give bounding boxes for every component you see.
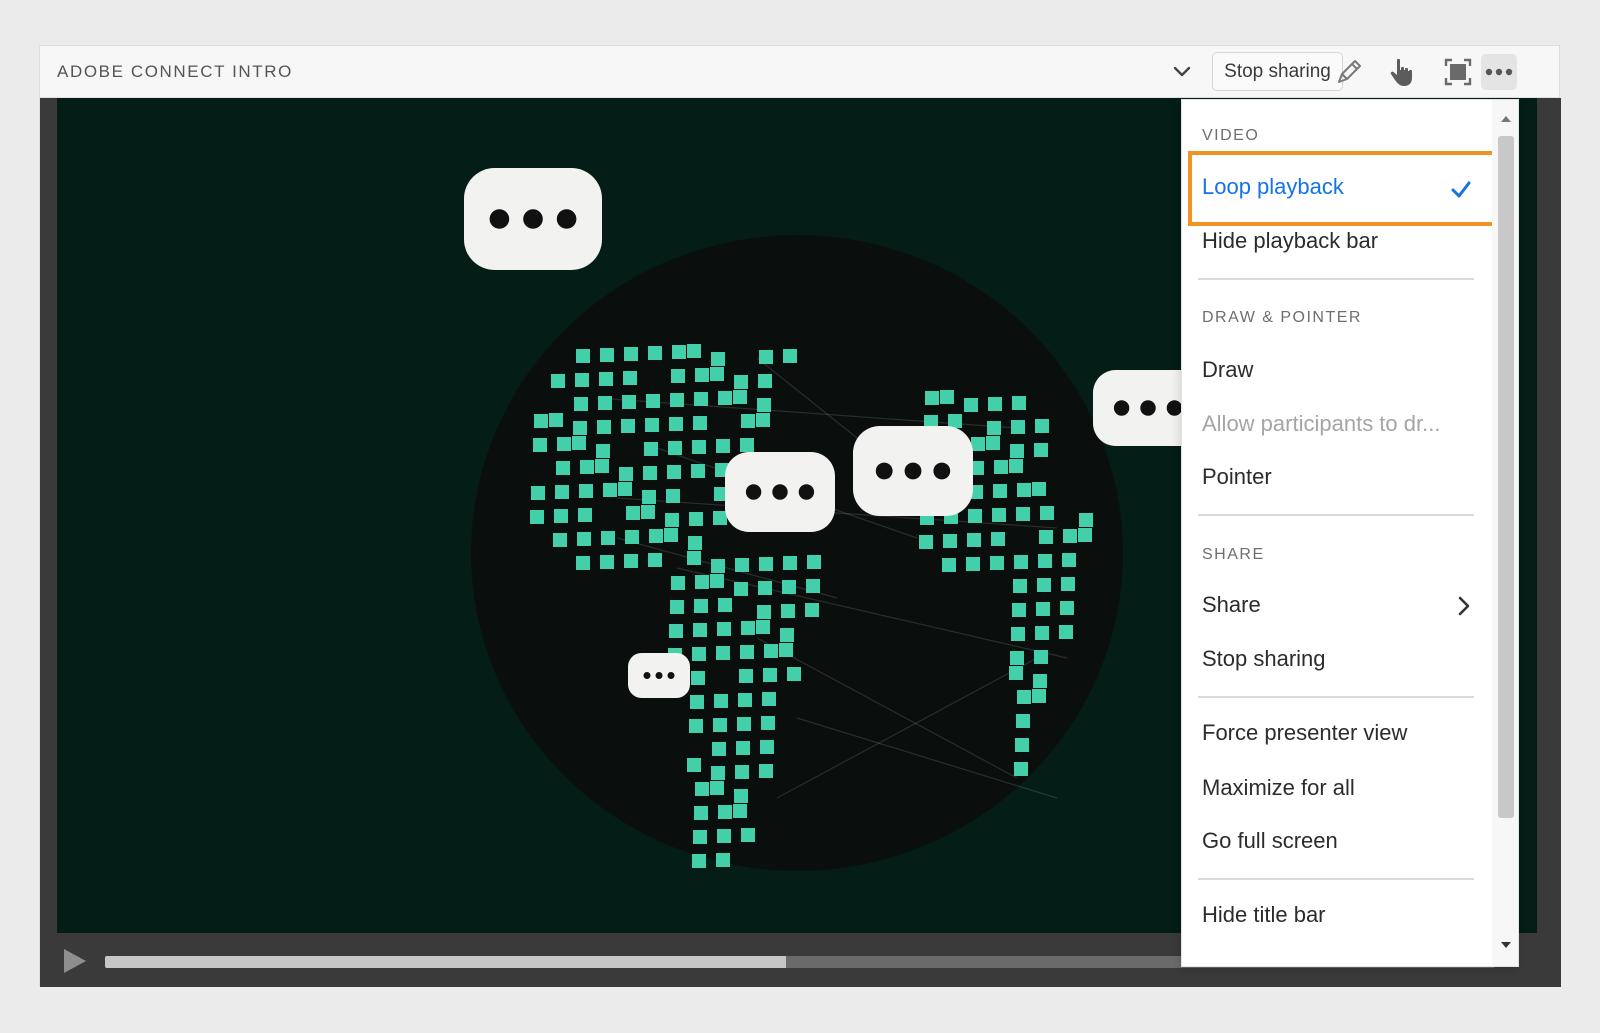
- chat-bubble-dot: [933, 462, 951, 480]
- menu-header-draw-pointer: DRAW & POINTER: [1202, 309, 1362, 326]
- scroll-up-arrow-icon[interactable]: [1499, 112, 1513, 126]
- chat-bubble-dot: [489, 209, 510, 229]
- menu-item-maximize-for-all[interactable]: Maximize for all: [1202, 775, 1355, 801]
- chat-bubble-dot: [904, 462, 922, 480]
- menu-item-allow-participants: Allow participants to dr...: [1202, 411, 1441, 436]
- menu-item-pointer[interactable]: Pointer: [1202, 464, 1272, 490]
- chat-bubble-dot: [1166, 400, 1183, 416]
- chat-bubble-dot: [643, 672, 651, 679]
- menu-item-loop-playback[interactable]: Loop playback: [1202, 174, 1344, 200]
- menu-item-stop-sharing[interactable]: Stop sharing: [1202, 646, 1326, 672]
- playback-progress: [105, 956, 787, 968]
- chat-bubble-dot: [655, 672, 663, 679]
- scrollbar-thumb[interactable]: [1498, 136, 1514, 818]
- menu-divider: [1198, 878, 1474, 880]
- menu-item-force-presenter-view[interactable]: Force presenter view: [1202, 720, 1407, 746]
- pencil-icon[interactable]: [1331, 54, 1367, 90]
- checkmark-icon: [1450, 179, 1472, 201]
- menu-item-share[interactable]: Share: [1202, 592, 1261, 618]
- stop-sharing-button[interactable]: Stop sharing: [1212, 52, 1343, 91]
- hand-pointer-icon[interactable]: [1384, 54, 1420, 90]
- menu-scrollbar[interactable]: [1492, 100, 1518, 966]
- pod-options-menu: VIDEO Loop playback Hide playback bar DR…: [1181, 99, 1519, 967]
- pod-title-bar: ADOBE CONNECT INTRO Stop sharing: [40, 46, 1559, 98]
- more-options-icon[interactable]: [1481, 54, 1517, 90]
- chevron-right-icon: [1456, 595, 1472, 617]
- chat-bubble-dot: [523, 209, 543, 229]
- pod-title: ADOBE CONNECT INTRO: [57, 62, 293, 81]
- play-icon[interactable]: [60, 947, 90, 975]
- chat-bubble-dot: [556, 209, 577, 229]
- chat-bubble-dot: [667, 672, 675, 679]
- menu-item-hide-title-bar[interactable]: Hide title bar: [1202, 902, 1326, 928]
- chat-bubble-dot: [875, 462, 893, 480]
- chevron-down-icon[interactable]: [1170, 60, 1194, 84]
- menu-divider: [1198, 696, 1474, 698]
- menu-item-draw[interactable]: Draw: [1202, 357, 1253, 383]
- chat-bubble-dot: [798, 484, 815, 500]
- menu-header-share: SHARE: [1202, 546, 1265, 563]
- fullscreen-icon[interactable]: [1440, 54, 1476, 90]
- menu-item-hide-playback-bar[interactable]: Hide playback bar: [1202, 228, 1378, 254]
- chat-bubble-dot: [745, 484, 762, 500]
- menu-divider: [1198, 514, 1474, 516]
- scroll-down-arrow-icon[interactable]: [1499, 938, 1513, 952]
- menu-header-video: VIDEO: [1202, 127, 1260, 144]
- chat-bubble-dot: [1113, 400, 1130, 416]
- chat-bubble-dot: [1140, 400, 1156, 416]
- menu-item-go-full-screen[interactable]: Go full screen: [1202, 828, 1338, 854]
- chat-bubble-dot: [772, 484, 788, 500]
- menu-divider: [1198, 278, 1474, 280]
